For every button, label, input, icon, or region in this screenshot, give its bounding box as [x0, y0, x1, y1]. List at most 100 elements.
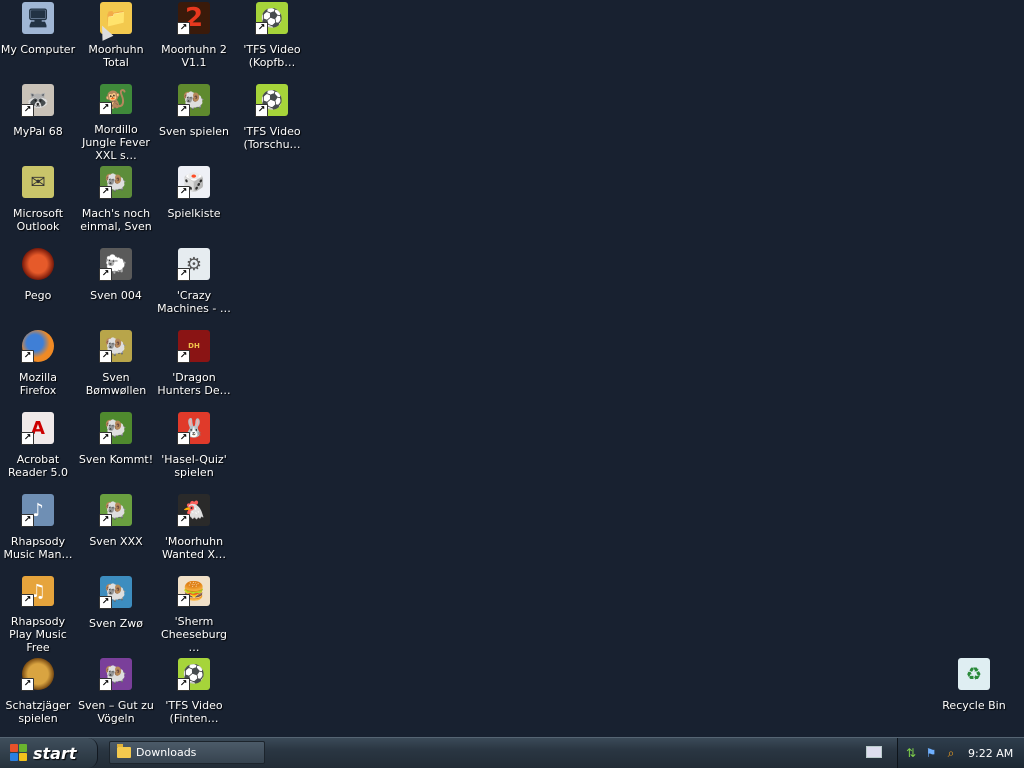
icon-label: 'Sherm Cheeseburg…: [161, 615, 227, 654]
icon-label: Sven spielen: [158, 125, 230, 138]
desktop-icon-tfs-video-finten[interactable]: ⚽ ↗ 'TFS Video (Finten…: [156, 656, 232, 736]
pego-icon: [22, 248, 54, 280]
desktop-icon-recycle-bin[interactable]: ♻ Recycle Bin: [936, 656, 1012, 736]
icon-label: Mozilla Firefox: [19, 371, 57, 397]
outlook-icon: ✉: [22, 166, 54, 198]
desktop-icon-spielkiste[interactable]: 🎲 ↗ Spielkiste: [156, 164, 232, 244]
mypal-icon: 🦝 ↗: [21, 84, 54, 117]
desktop-icon-moorhuhn-wanted[interactable]: 🐔 ↗ 'Moorhuhn Wanted X…: [156, 492, 232, 572]
sven-icon: 🐏 ↗: [99, 658, 132, 691]
taskbar: start Downloads ⇅ ⚑ ⌕ 9:22 AM: [0, 737, 1024, 768]
desktop-icon-crazy-machines[interactable]: ⚙ ↗ 'Crazy Machines - …: [156, 246, 232, 326]
desktop-icon-machs-noch-einmal[interactable]: 🐏 ↗ Mach's noch einmal, Sven: [78, 164, 154, 244]
desktop-icon-sven-bomwollen[interactable]: 🐏 ↗ Sven Bømwøllen: [78, 328, 154, 408]
desktop-icon-sven-gut-zu-voegeln[interactable]: 🐏 ↗ Sven – Gut zu Vögeln: [78, 656, 154, 736]
icon-label: 'Hasel-Quiz' spielen: [161, 453, 227, 479]
system-tray: ⇅ ⚑ ⌕ 9:22 AM: [897, 738, 1024, 768]
sherm-icon: 🍔 ↗: [177, 576, 210, 607]
start-label: start: [33, 743, 77, 763]
schatzjaeger-icon: ↗: [21, 658, 54, 691]
keyboard-icon[interactable]: [866, 746, 882, 758]
firefox-icon: ↗: [21, 330, 54, 363]
desktop-icon-pego[interactable]: Pego: [0, 246, 76, 326]
desktop-icon-firefox[interactable]: ↗ Mozilla Firefox: [0, 328, 76, 408]
sven-icon: 🐏 ↗: [99, 494, 132, 527]
start-button[interactable]: start: [0, 738, 98, 768]
computer-icon: 🖥: [22, 2, 54, 34]
dragon-hunters-icon: DH ↗: [177, 330, 210, 363]
icon-label: 'TFS Video (Finten…: [165, 699, 223, 725]
hasel-icon: 🐰 ↗: [177, 412, 210, 445]
mordillo-icon: 🐒 ↗: [99, 84, 132, 115]
sven-icon: 🐏 ↗: [99, 166, 132, 199]
icon-label: Rhapsody Play Music Free: [9, 615, 67, 654]
icon-label: 'Moorhuhn Wanted X…: [162, 535, 226, 561]
sven-icon: 🐏 ↗: [177, 84, 210, 117]
desktop-icon-tfs-video-kopfb[interactable]: ⚽ ↗ 'TFS Video (Kopfb…: [234, 0, 310, 80]
rhapsody-play-icon: ♫ ↗: [21, 576, 54, 607]
icon-label: My Computer: [0, 43, 76, 56]
sven004-icon: 🐑 ↗: [99, 248, 132, 281]
desktop-icon-rhapsody[interactable]: ♪ ↗ Rhapsody Music Man…: [0, 492, 76, 572]
desktop-icon-sven-kommt[interactable]: 🐏 ↗ Sven Kommt!: [78, 410, 154, 490]
desktop-icon-rhapsody-play[interactable]: ♫ ↗ Rhapsody Play Music Free: [0, 574, 76, 654]
moorhuhn-wanted-icon: 🐔 ↗: [177, 494, 210, 527]
icon-label: Microsoft Outlook: [12, 207, 64, 233]
icon-label: 'TFS Video (Kopfb…: [243, 43, 301, 69]
tfs-video-icon: ⚽ ↗: [177, 658, 210, 691]
icon-label: 'Crazy Machines - …: [157, 289, 231, 315]
icon-label: Pego: [24, 289, 52, 302]
crazy-machines-icon: ⚙ ↗: [177, 248, 210, 281]
icon-label: Mordillo Jungle Fever XXL s…: [82, 123, 150, 162]
icon-label: Mach's noch einmal, Sven: [80, 207, 152, 233]
tfs-video-icon: ⚽ ↗: [255, 84, 288, 117]
icon-label: Sven Zwø: [89, 617, 143, 630]
desktop-icon-schatzjaeger[interactable]: ↗ Schatzjäger spielen: [0, 656, 76, 736]
taskbar-button-downloads[interactable]: Downloads: [109, 741, 265, 764]
icon-label: Moorhuhn Total: [88, 43, 144, 69]
icon-label: Spielkiste: [167, 207, 221, 220]
icon-label: Sven 004: [90, 289, 142, 302]
desktop-icon-hasel-quiz[interactable]: 🐰 ↗ 'Hasel-Quiz' spielen: [156, 410, 232, 490]
desktop: 🖥 My Computer 🦝 ↗ MyPal 68 ✉ Microsoft Ou…: [0, 0, 1024, 738]
icon-label: MyPal 68: [13, 125, 63, 138]
taskbar-button-label: Downloads: [136, 746, 197, 759]
acrobat-icon: A ↗: [21, 412, 54, 445]
desktop-icon-sven-xxx[interactable]: 🐏 ↗ Sven XXX: [78, 492, 154, 572]
desktop-icon-moorhuhn-2[interactable]: 2 ↗ Moorhuhn 2 V1.1: [156, 0, 232, 80]
icon-label: Acrobat Reader 5.0: [8, 453, 68, 479]
rhapsody-icon: ♪ ↗: [21, 494, 54, 527]
icon-label: Sven Bømwøllen: [85, 371, 147, 397]
icon-label: Sven – Gut zu Vögeln: [78, 699, 154, 725]
icon-label: Sven XXX: [89, 535, 143, 548]
sven-icon: 🐏 ↗: [99, 330, 132, 363]
icon-label: 'TFS Video (Torschu…: [243, 125, 301, 151]
icon-label: Moorhuhn 2 V1.1: [161, 43, 227, 69]
search-icon[interactable]: ⌕: [944, 746, 958, 760]
desktop-icon-moorhuhn-total[interactable]: 📁 Moorhuhn Total: [78, 0, 154, 80]
folder-icon: [117, 744, 131, 758]
desktop-icon-dragon-hunters[interactable]: DH ↗ 'Dragon Hunters De…: [156, 328, 232, 408]
desktop-icon-my-computer[interactable]: 🖥 My Computer: [0, 0, 76, 80]
icon-label: Rhapsody Music Man…: [3, 535, 73, 561]
desktop-icon-outlook[interactable]: ✉ Microsoft Outlook: [0, 164, 76, 244]
icon-label: Recycle Bin: [942, 699, 1006, 712]
network-icon[interactable]: ⇅: [904, 746, 918, 760]
desktop-icon-sven-004[interactable]: 🐑 ↗ Sven 004: [78, 246, 154, 326]
desktop-icon-mordillo[interactable]: 🐒 ↗ Mordillo Jungle Fever XXL s…: [78, 82, 154, 162]
sven-icon: 🐏 ↗: [99, 576, 132, 609]
icon-label: Schatzjäger spielen: [5, 699, 71, 725]
clock[interactable]: 9:22 AM: [968, 747, 1013, 760]
desktop-icon-sherm[interactable]: 🍔 ↗ 'Sherm Cheeseburg…: [156, 574, 232, 654]
windows-flag-icon[interactable]: ⚑: [924, 746, 938, 760]
desktop-icon-mypal[interactable]: 🦝 ↗ MyPal 68: [0, 82, 76, 162]
desktop-icon-tfs-video-torschu[interactable]: ⚽ ↗ 'TFS Video (Torschu…: [234, 82, 310, 162]
icon-label: 'Dragon Hunters De…: [157, 371, 231, 397]
icon-label: Sven Kommt!: [78, 453, 154, 466]
moorhuhn2-icon: 2 ↗: [177, 2, 210, 35]
tfs-video-icon: ⚽ ↗: [255, 2, 288, 35]
recycle-bin-icon: ♻: [958, 658, 990, 690]
desktop-icon-acrobat[interactable]: A ↗ Acrobat Reader 5.0: [0, 410, 76, 490]
desktop-icon-sven-spielen[interactable]: 🐏 ↗ Sven spielen: [156, 82, 232, 162]
desktop-icon-sven-zwo[interactable]: 🐏 ↗ Sven Zwø: [78, 574, 154, 654]
